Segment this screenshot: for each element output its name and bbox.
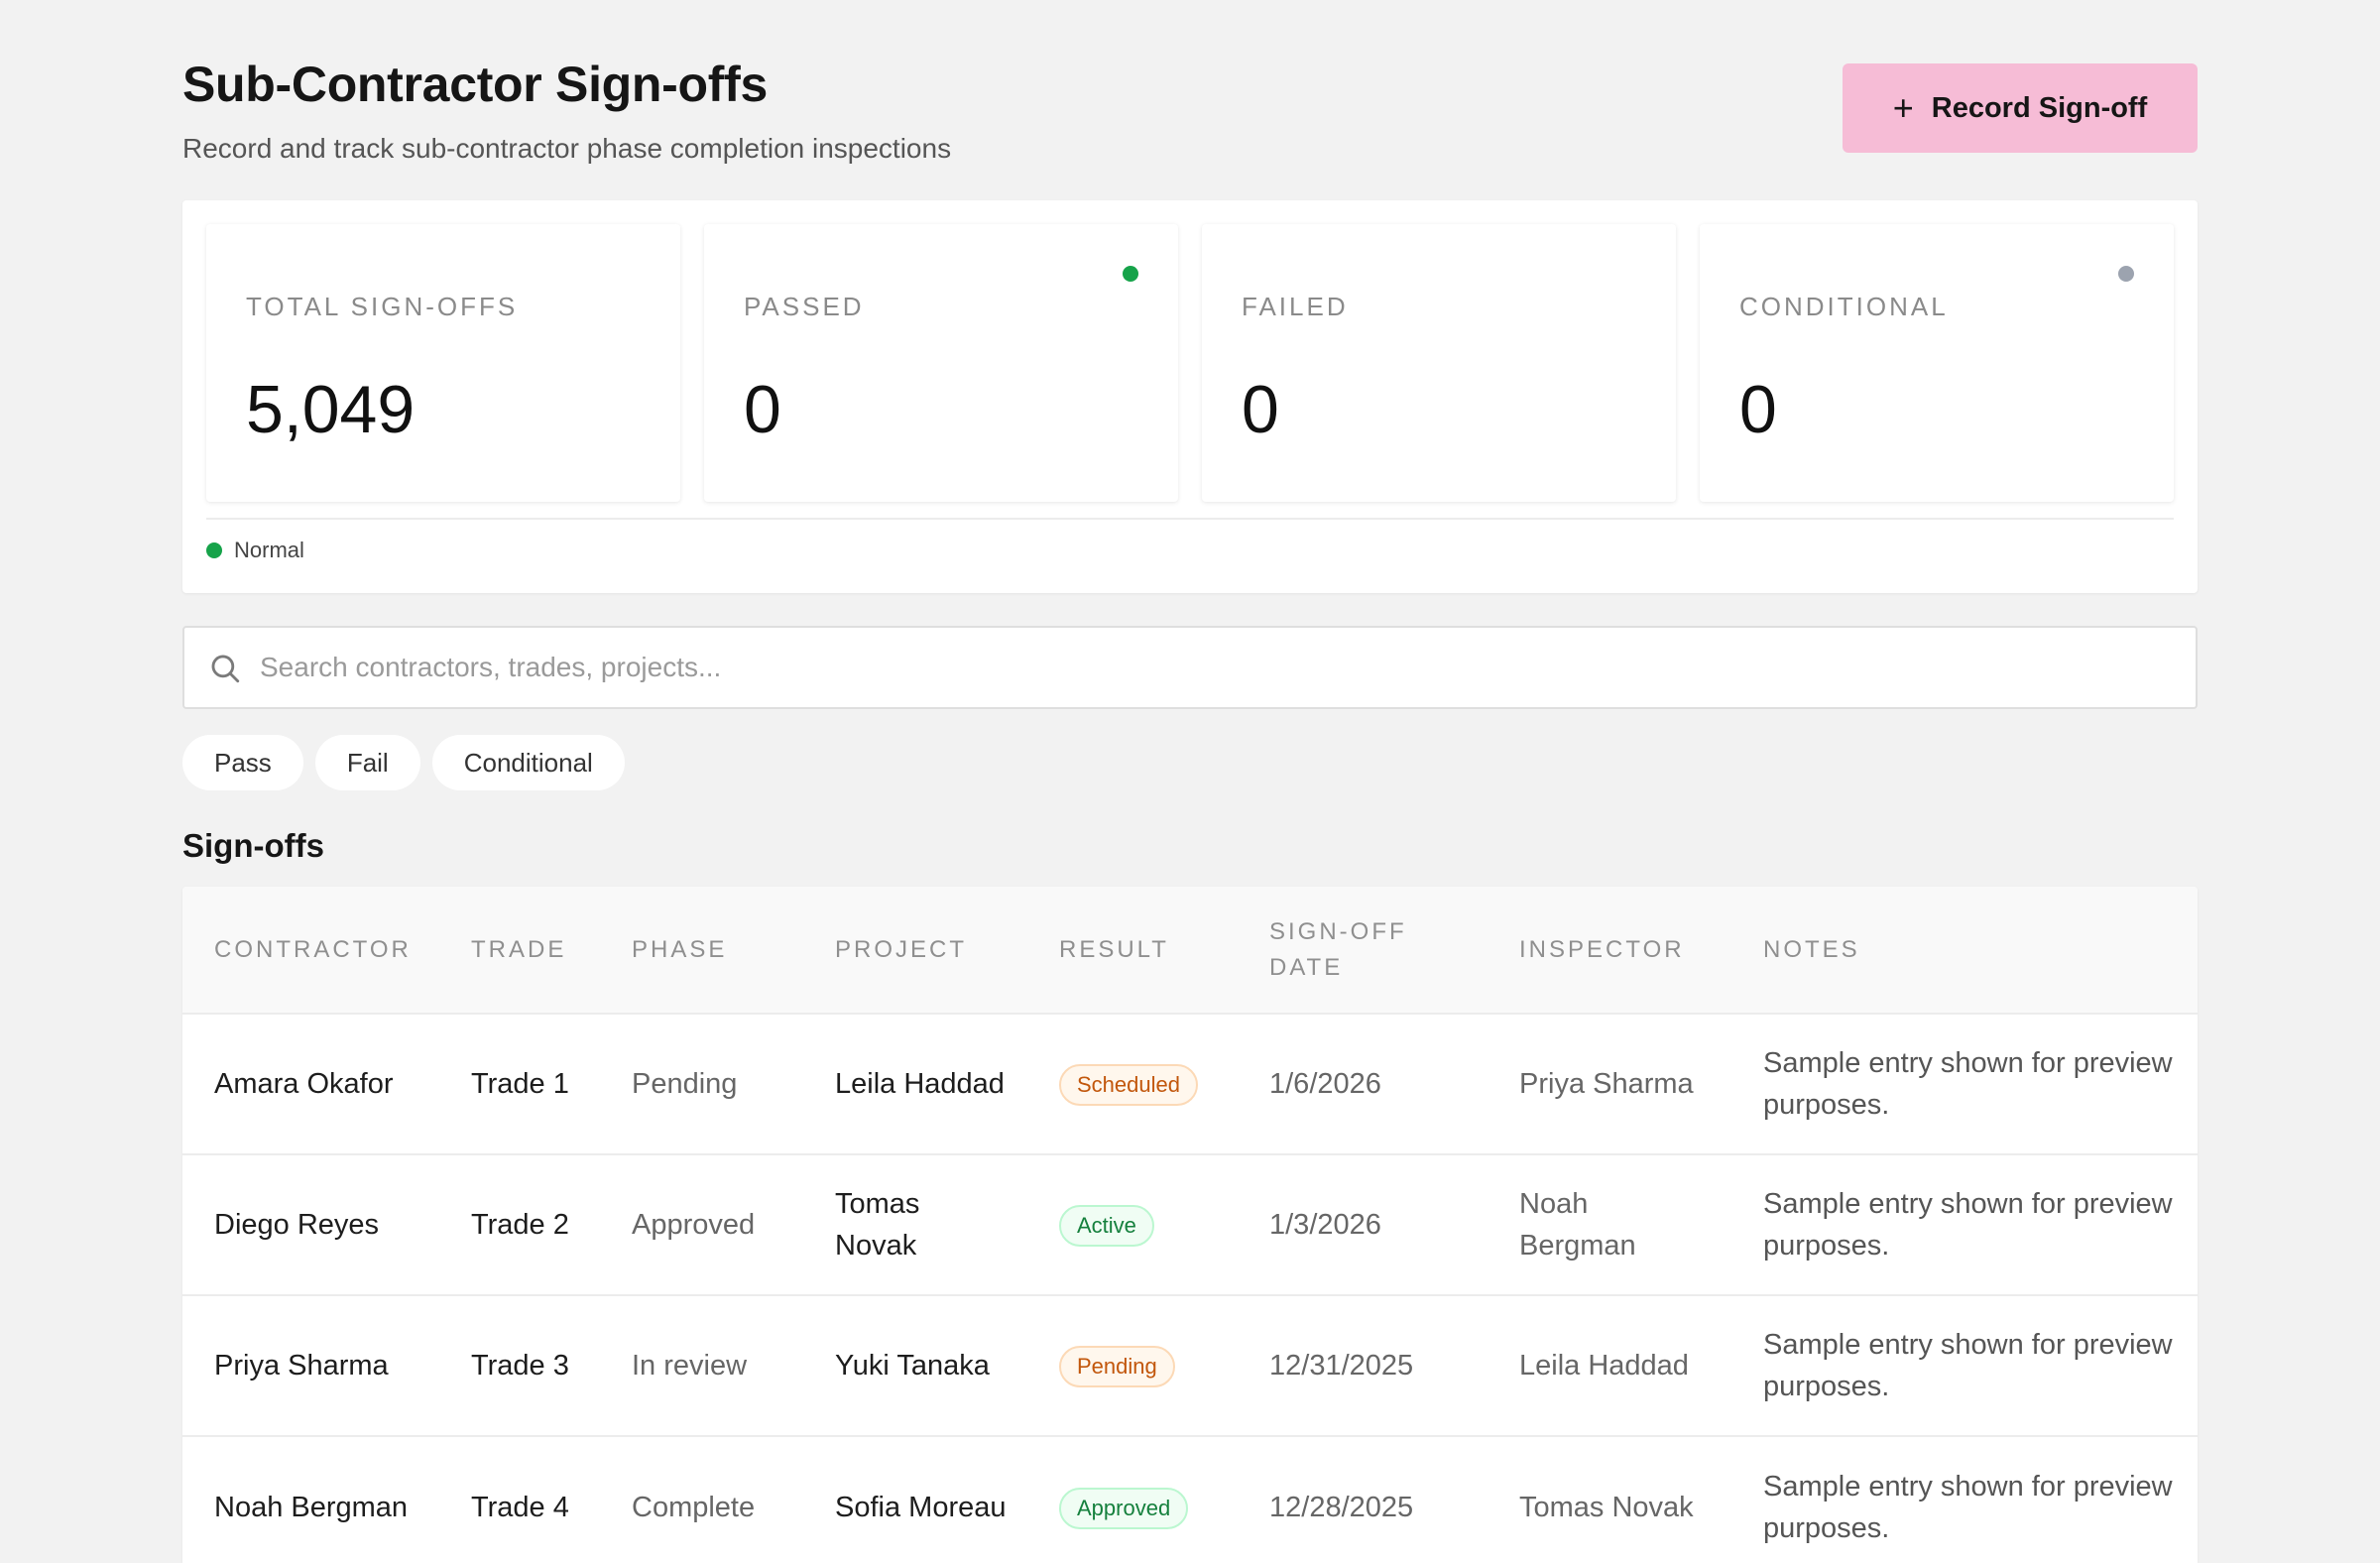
column-header[interactable]: INSPECTOR xyxy=(1488,887,1731,1014)
cell-contractor: Amara Okafor xyxy=(214,1068,394,1100)
column-header[interactable]: TRADE xyxy=(439,887,600,1014)
cell-project: Yuki Tanaka xyxy=(835,1350,990,1382)
sign-offs-table: CONTRACTOR TRADE PHASE PROJECT RESULT SI… xyxy=(182,887,2198,1563)
column-header[interactable]: SIGN-OFF DATE xyxy=(1238,887,1488,1014)
table-row[interactable]: Noah Bergman Trade 4 Complete Sofia More… xyxy=(182,1436,2198,1563)
stat-label: CONDITIONAL xyxy=(1739,292,1949,321)
cell-phase: Complete xyxy=(632,1491,756,1523)
stat-label: FAILED xyxy=(1242,292,1349,321)
cell-result: Pending xyxy=(1027,1295,1238,1436)
cell-trade: Trade 4 xyxy=(471,1491,569,1523)
cell-phase: Approved xyxy=(632,1209,756,1241)
divider xyxy=(206,518,2174,520)
cell-trade: Trade 1 xyxy=(471,1068,569,1100)
page: Sub-Contractor Sign-offs Record and trac… xyxy=(0,0,2380,1563)
cell-phase: In review xyxy=(632,1350,748,1382)
column-header[interactable]: PROJECT xyxy=(803,887,1027,1014)
cell-date: 12/28/2025 xyxy=(1269,1491,1414,1523)
page-header: Sub-Contractor Sign-offs Record and trac… xyxy=(182,50,2198,169)
stat-card-passed: PASSED 0 xyxy=(704,224,1178,502)
result-badge: Active xyxy=(1059,1205,1154,1247)
stat-value: 0 xyxy=(1739,372,1777,447)
record-sign-off-button[interactable]: + Record Sign-off xyxy=(1843,63,2198,153)
column-header[interactable]: PHASE xyxy=(600,887,803,1014)
section-title: Sign-offs xyxy=(182,827,324,864)
cell-inspector: Leila Haddad xyxy=(1519,1350,1689,1382)
record-sign-off-label: Record Sign-off xyxy=(1931,91,2148,124)
result-badge: Scheduled xyxy=(1059,1064,1198,1106)
filter-chip-fail[interactable]: Fail xyxy=(314,735,420,790)
cell-project: Leila Haddad xyxy=(835,1068,1005,1100)
cell-phase: Pending xyxy=(632,1068,738,1100)
cell-trade: Trade 3 xyxy=(471,1350,569,1382)
result-badge: Pending xyxy=(1059,1346,1175,1387)
page-title: Sub-Contractor Sign-offs xyxy=(182,57,768,112)
filter-chip-pass[interactable]: Pass xyxy=(182,735,303,790)
stat-card-conditional: CONDITIONAL 0 xyxy=(1700,224,2174,502)
stat-card-total: TOTAL SIGN-OFFS 5,049 xyxy=(206,224,680,502)
table-row[interactable]: Amara Okafor Trade 1 Pending Leila Hadda… xyxy=(182,1014,2198,1154)
cell-result: Active xyxy=(1027,1154,1238,1295)
search-input[interactable] xyxy=(260,628,2144,707)
status-dot xyxy=(206,542,222,558)
stat-label: PASSED xyxy=(744,292,865,321)
stats-panel: TOTAL SIGN-OFFS 5,049 PASSED 0 FAILED 0 … xyxy=(182,200,2198,593)
plus-icon: + xyxy=(1892,87,1914,128)
cell-contractor: Diego Reyes xyxy=(214,1209,380,1241)
search-icon xyxy=(211,655,240,683)
cell-date: 12/31/2025 xyxy=(1269,1350,1414,1382)
stat-card-failed: FAILED 0 xyxy=(1202,224,1676,502)
cell-contractor: Priya Sharma xyxy=(214,1350,389,1382)
cell-result: Approved xyxy=(1027,1436,1238,1563)
cell-notes: Sample entry shown for preview purposes. xyxy=(1763,1329,2173,1402)
cell-notes: Sample entry shown for preview purposes. xyxy=(1763,1188,2173,1262)
cell-trade: Trade 2 xyxy=(471,1209,569,1241)
cell-project: Sofia Moreau xyxy=(835,1491,1007,1523)
stat-label: TOTAL SIGN-OFFS xyxy=(246,292,519,321)
status-indicator: Normal xyxy=(206,538,304,563)
table-row[interactable]: Priya Sharma Trade 3 In review Yuki Tana… xyxy=(182,1295,2198,1436)
status-text: Normal xyxy=(234,538,304,562)
stat-indicator-dot xyxy=(1123,266,1138,282)
cell-project: Tomas Novak xyxy=(835,1188,920,1262)
filter-chips: Pass Fail Conditional xyxy=(182,735,625,790)
page-subtitle: Record and track sub-contractor phase co… xyxy=(182,133,952,164)
stat-value: 0 xyxy=(1242,372,1279,447)
stat-indicator-dot xyxy=(2118,266,2134,282)
column-header[interactable]: NOTES xyxy=(1731,887,2198,1014)
cell-date: 1/6/2026 xyxy=(1269,1068,1381,1100)
cell-inspector: Tomas Novak xyxy=(1519,1491,1694,1523)
column-header[interactable]: RESULT xyxy=(1027,887,1238,1014)
search-bar xyxy=(182,626,2198,709)
cell-inspector: Priya Sharma xyxy=(1519,1068,1694,1100)
table-header-row: CONTRACTOR TRADE PHASE PROJECT RESULT SI… xyxy=(182,887,2198,1014)
stat-value: 5,049 xyxy=(246,372,416,447)
filter-chip-conditional[interactable]: Conditional xyxy=(431,735,625,790)
cell-notes: Sample entry shown for preview purposes. xyxy=(1763,1047,2173,1121)
table-row[interactable]: Diego Reyes Trade 2 Approved Tomas Novak… xyxy=(182,1154,2198,1295)
cell-contractor: Noah Bergman xyxy=(214,1491,409,1523)
stat-value: 0 xyxy=(744,372,781,447)
cell-inspector: Noah Bergman xyxy=(1519,1188,1636,1262)
cell-date: 1/3/2026 xyxy=(1269,1209,1381,1241)
cell-result: Scheduled xyxy=(1027,1014,1238,1154)
column-header[interactable]: CONTRACTOR xyxy=(182,887,439,1014)
result-badge: Approved xyxy=(1059,1487,1189,1529)
cell-notes: Sample entry shown for preview purposes. xyxy=(1763,1470,2173,1544)
